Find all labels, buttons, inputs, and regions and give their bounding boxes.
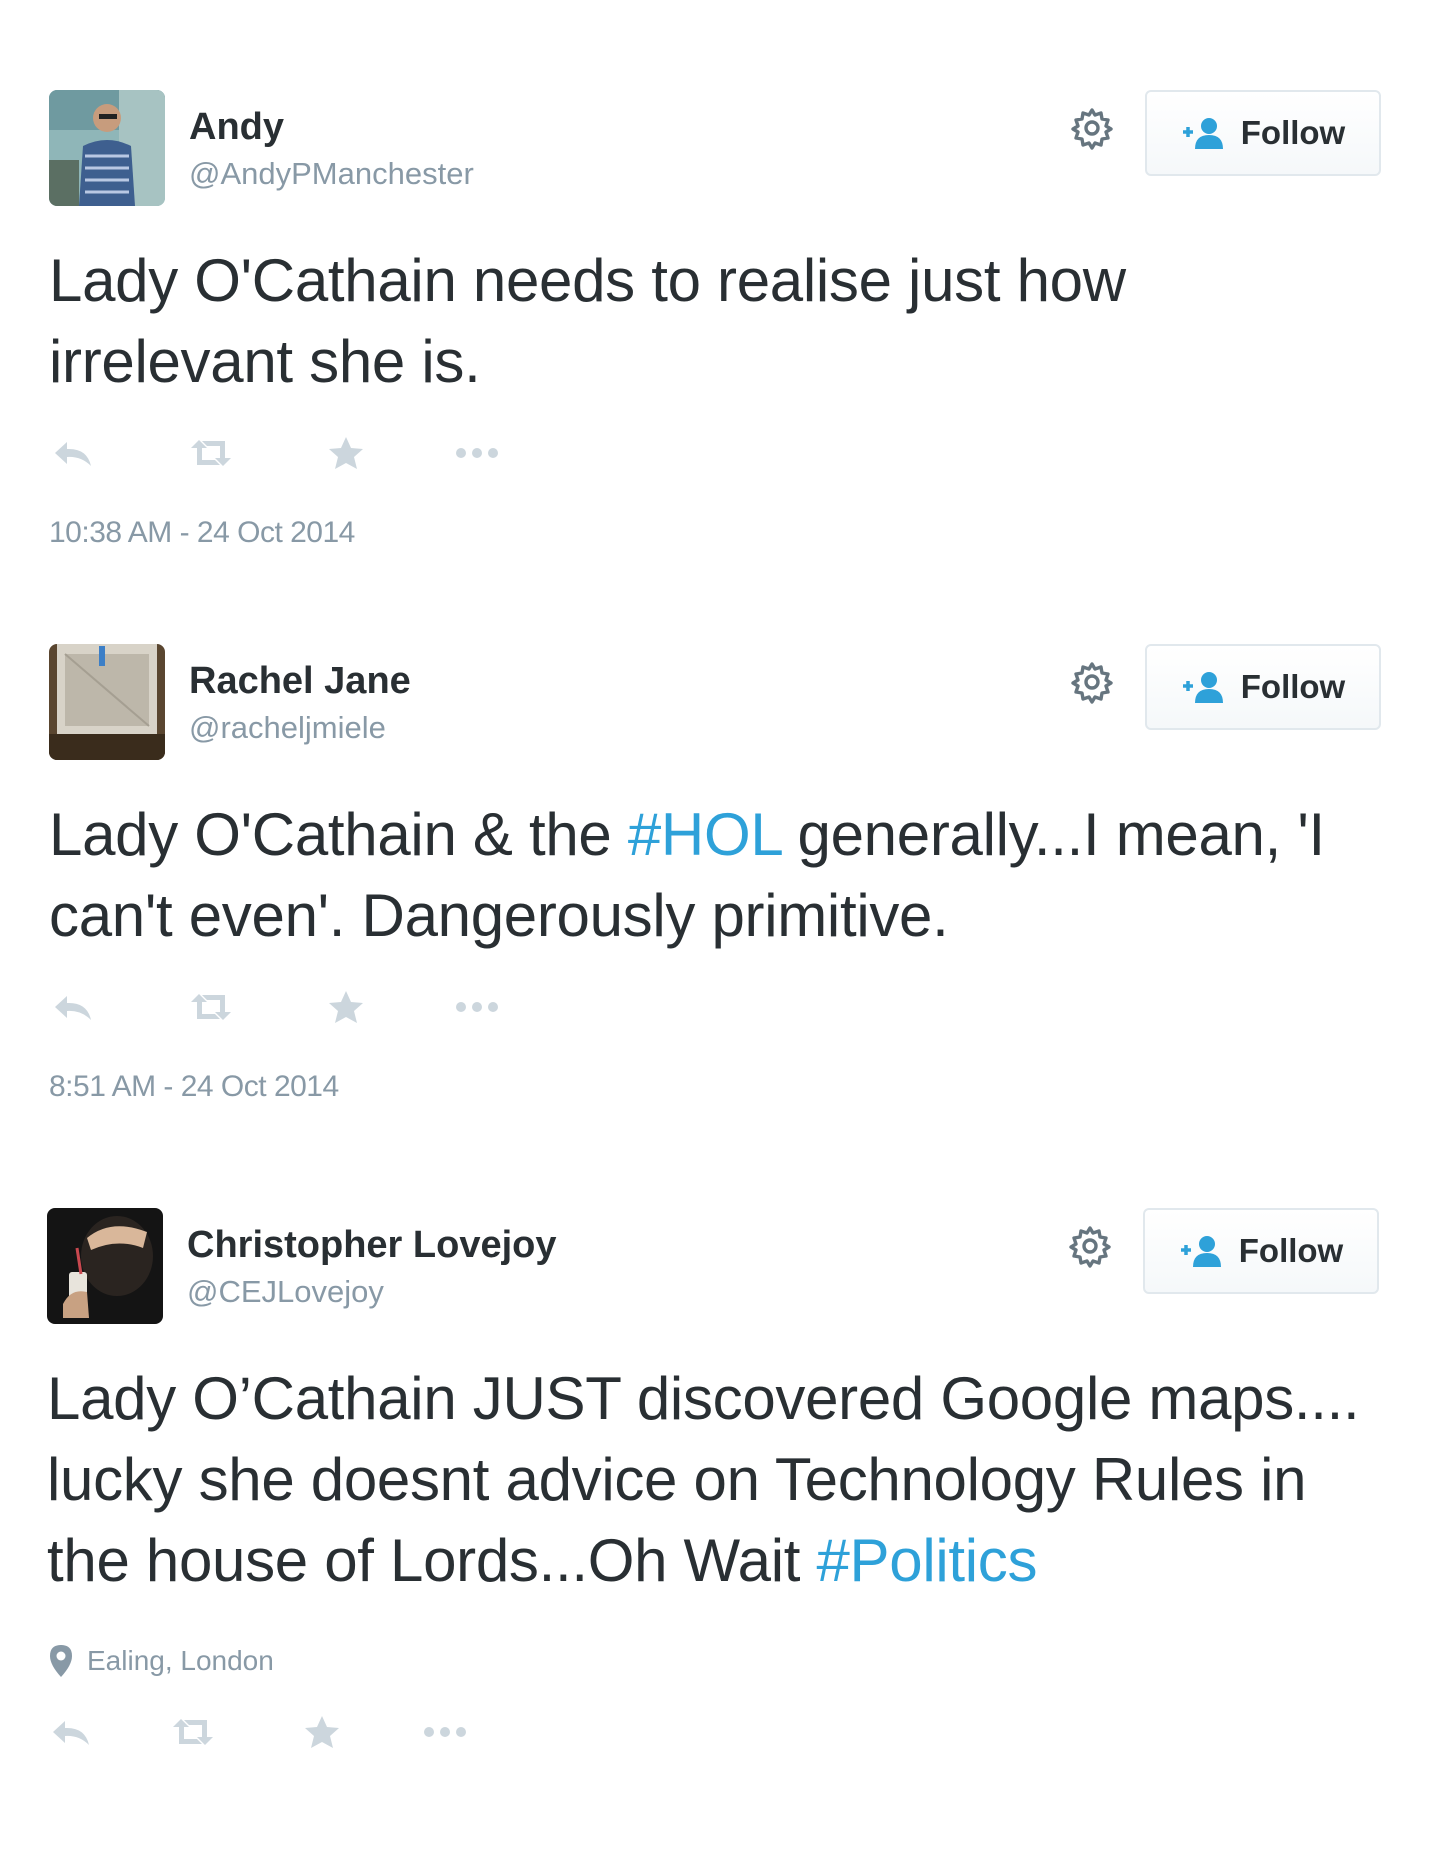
tweet-actions bbox=[49, 982, 1389, 1032]
tweet-christopher-lovejoy: Christopher Lovejoy @CEJLovejoy Follow L… bbox=[47, 1208, 1387, 1757]
user-handle[interactable]: @racheljmiele bbox=[189, 708, 411, 748]
follow-button[interactable]: Follow bbox=[1143, 1208, 1379, 1294]
tweet-text-segment: Lady O’Cathain JUST discovered Google ma… bbox=[47, 1365, 1360, 1594]
tweet-text-segment: Lady O'Cathain needs to realise just how… bbox=[49, 247, 1126, 395]
avatar[interactable] bbox=[49, 644, 165, 760]
avatar[interactable] bbox=[49, 90, 165, 206]
tweet-header: Christopher Lovejoy @CEJLovejoy Follow bbox=[47, 1208, 1387, 1324]
location-text: Ealing, London bbox=[87, 1645, 274, 1676]
user-fullname[interactable]: Rachel Jane bbox=[189, 658, 411, 704]
tweet-header: Andy @AndyPManchester Follow bbox=[49, 90, 1389, 206]
follow-button[interactable]: Follow bbox=[1145, 644, 1381, 730]
tweet-rachel-jane: Rachel Jane @racheljmiele Follow Lady O'… bbox=[49, 644, 1389, 1104]
follow-person-icon bbox=[1179, 1233, 1225, 1269]
hashtag-link[interactable]: #Politics bbox=[816, 1527, 1037, 1594]
user-fullname[interactable]: Christopher Lovejoy bbox=[187, 1222, 557, 1268]
star-icon[interactable] bbox=[323, 982, 369, 1032]
tweet-text: Lady O'Cathain & the #HOL generally...I … bbox=[49, 794, 1379, 956]
tweet-andy: Andy @AndyPManchester Follow Lady O'Cath… bbox=[49, 90, 1389, 550]
retweet-icon[interactable] bbox=[183, 428, 239, 478]
follow-label: Follow bbox=[1238, 1232, 1344, 1269]
tweet-timestamp[interactable]: 10:38 AM - 24 Oct 2014 bbox=[49, 516, 1389, 550]
follow-label: Follow bbox=[1240, 114, 1346, 151]
user-handle[interactable]: @AndyPManchester bbox=[189, 154, 474, 194]
retweet-icon[interactable] bbox=[183, 982, 239, 1032]
follow-label: Follow bbox=[1240, 668, 1346, 705]
user-names: Rachel Jane @racheljmiele bbox=[189, 658, 411, 748]
more-dots-icon[interactable] bbox=[451, 428, 503, 478]
tweet-header: Rachel Jane @racheljmiele Follow bbox=[49, 644, 1389, 760]
user-names: Andy @AndyPManchester bbox=[189, 104, 474, 194]
follow-button[interactable]: Follow bbox=[1145, 90, 1381, 176]
gear-icon[interactable] bbox=[1066, 1222, 1114, 1270]
more-dots-icon[interactable] bbox=[451, 982, 503, 1032]
star-icon[interactable] bbox=[323, 428, 369, 478]
user-names: Christopher Lovejoy @CEJLovejoy bbox=[187, 1222, 557, 1312]
tweet-location[interactable]: Ealing, London bbox=[47, 1641, 1387, 1681]
tweet-actions bbox=[49, 428, 1389, 478]
user-handle[interactable]: @CEJLovejoy bbox=[187, 1272, 557, 1312]
tweet-text-segment: Lady O'Cathain & the bbox=[49, 801, 628, 868]
location-pin-icon bbox=[47, 1643, 75, 1679]
follow-person-icon bbox=[1181, 669, 1227, 705]
user-fullname[interactable]: Andy bbox=[189, 104, 474, 150]
retweet-icon[interactable] bbox=[165, 1707, 221, 1757]
reply-icon[interactable] bbox=[49, 982, 99, 1032]
star-icon[interactable] bbox=[299, 1707, 345, 1757]
tweet-text: Lady O'Cathain needs to realise just how… bbox=[49, 240, 1379, 402]
avatar[interactable] bbox=[47, 1208, 163, 1324]
tweet-text: Lady O’Cathain JUST discovered Google ma… bbox=[47, 1358, 1377, 1601]
gear-icon[interactable] bbox=[1068, 104, 1116, 152]
reply-icon[interactable] bbox=[49, 428, 99, 478]
tweet-actions bbox=[47, 1707, 1387, 1757]
more-dots-icon[interactable] bbox=[419, 1707, 471, 1757]
gear-icon[interactable] bbox=[1068, 658, 1116, 706]
hashtag-link[interactable]: #HOL bbox=[628, 801, 782, 868]
tweet-timestamp[interactable]: 8:51 AM - 24 Oct 2014 bbox=[49, 1070, 1389, 1104]
reply-icon[interactable] bbox=[47, 1707, 97, 1757]
follow-person-icon bbox=[1181, 115, 1227, 151]
